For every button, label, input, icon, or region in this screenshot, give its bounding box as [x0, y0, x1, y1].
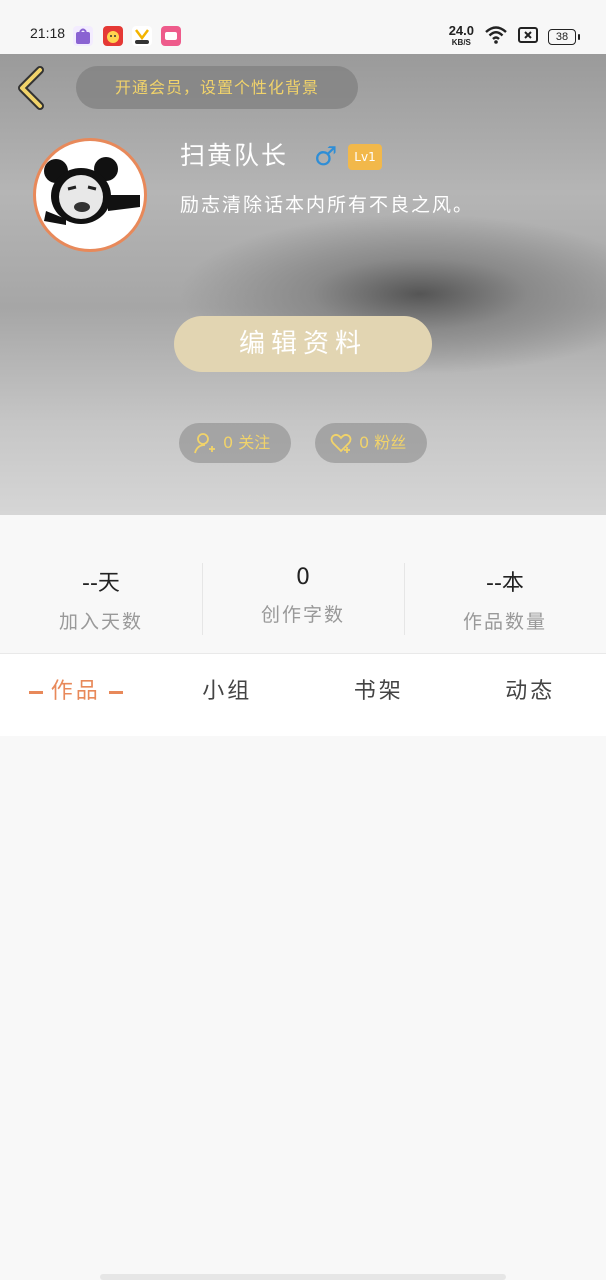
tab-label: 作品 — [50, 679, 101, 704]
network-speed-value: 24.0 — [448, 23, 474, 38]
tab-works[interactable]: 作品 — [0, 654, 152, 736]
stat-label: 创作字数 — [260, 604, 345, 626]
avatar[interactable] — [33, 138, 147, 252]
stat-value: --本 — [486, 571, 524, 596]
battery-icon: 38 — [548, 29, 580, 45]
tab-label: 动态 — [505, 679, 556, 704]
male-gender-icon: ♂ — [314, 142, 338, 172]
video-app-icon — [161, 26, 181, 46]
wifi-icon — [484, 25, 508, 49]
chevron-left-icon — [18, 66, 44, 110]
level-badge: Lv1 — [348, 144, 382, 170]
stat-works-count: --本 作品数量 — [404, 515, 606, 653]
status-bar: 21:18 24.0 KB/S 38 — [0, 0, 606, 54]
active-tab-dash — [108, 690, 123, 694]
stat-label: 加入天数 — [58, 611, 143, 633]
stat-label: 作品数量 — [462, 611, 547, 633]
stat-value: --天 — [82, 571, 120, 596]
network-speed: 24.0 KB/S — [448, 23, 474, 48]
active-tab-dash — [28, 690, 43, 694]
user-bio: 励志清除话本内所有不良之风。 — [180, 194, 475, 216]
followers-button[interactable]: 0 粉丝 — [315, 423, 427, 463]
stat-word-count: 0 创作字数 — [202, 515, 404, 653]
following-count: 0 关注 — [223, 433, 271, 452]
stats-row: --天 加入天数 0 创作字数 --本 作品数量 — [0, 515, 606, 653]
tab-content-area — [0, 736, 606, 1280]
following-button[interactable]: 0 关注 — [179, 423, 291, 463]
back-button[interactable] — [14, 66, 50, 110]
tab-label: 小组 — [202, 679, 253, 704]
profile-header: 开通会员，设置个性化背景 扫黄队长 ♂ Lv1 励志清除话本内所有不良之风。 编… — [0, 54, 606, 515]
stat-value: 0 — [296, 565, 310, 590]
tab-groups[interactable]: 小组 — [152, 654, 304, 736]
vip-banner[interactable]: 开通会员，设置个性化背景 — [76, 66, 358, 109]
ugc-icon — [132, 26, 152, 46]
shopping-bag-icon — [73, 26, 93, 46]
followers-count: 0 粉丝 — [359, 433, 407, 452]
status-indicators: 24.0 KB/S 38 — [448, 23, 580, 50]
network-speed-unit: KB/S — [451, 38, 471, 47]
profile-tabs: 作品 小组 书架 动态 — [0, 653, 606, 737]
tab-bookshelf[interactable]: 书架 — [303, 654, 455, 736]
heart-add-icon — [330, 433, 352, 453]
status-time: 21:18 — [30, 25, 66, 41]
sim-blocked-icon — [518, 27, 538, 47]
stat-join-days: --天 加入天数 — [0, 515, 202, 653]
home-indicator — [100, 1274, 506, 1280]
tab-label: 书架 — [353, 679, 404, 704]
edit-profile-button[interactable]: 编辑资料 — [174, 316, 432, 372]
username: 扫黄队长 — [180, 141, 289, 170]
user-add-icon — [194, 433, 215, 454]
panda-meme-avatar-icon — [44, 157, 140, 225]
game-icon — [103, 26, 123, 46]
tab-activity[interactable]: 动态 — [455, 654, 606, 736]
